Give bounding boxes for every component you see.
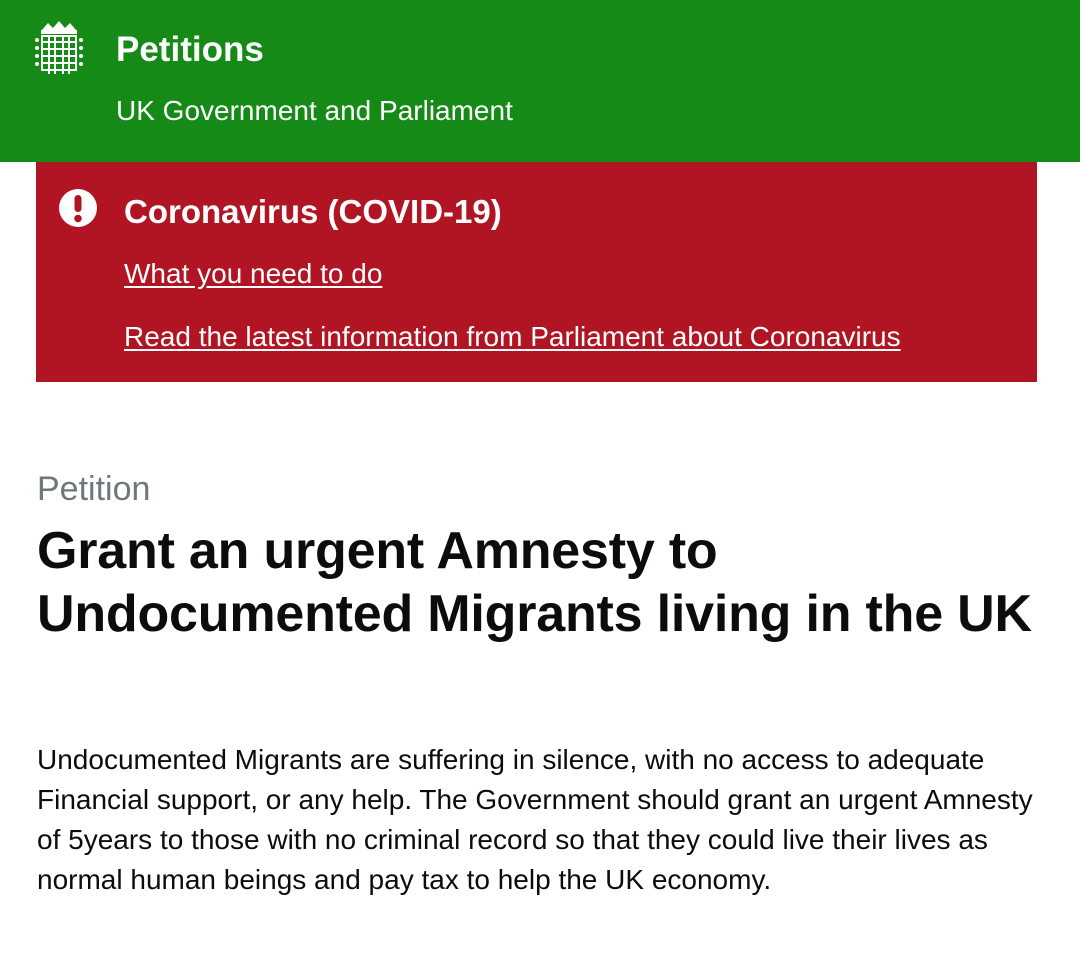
page-kicker: Petition bbox=[37, 470, 151, 508]
petition-description: Undocumented Migrants are suffering in s… bbox=[37, 744, 1033, 895]
site-header: Petitions UK Government and Parliament bbox=[0, 0, 1080, 162]
site-subtitle: UK Government and Parliament bbox=[116, 95, 513, 126]
parliament-coronavirus-info-link[interactable]: Read the latest information from Parliam… bbox=[124, 320, 901, 354]
coronavirus-alert-banner: Coronavirus (COVID-19) What you need to … bbox=[36, 162, 1037, 382]
exclamation-circle-icon bbox=[59, 189, 97, 227]
petition-title: Grant an urgent Amnesty to Undocumented … bbox=[37, 522, 1032, 643]
site-title-link[interactable]: Petitions bbox=[116, 28, 264, 72]
portcullis-icon[interactable] bbox=[34, 20, 84, 78]
what-you-need-to-do-link[interactable]: What you need to do bbox=[124, 257, 382, 291]
alert-title: Coronavirus (COVID-19) bbox=[124, 193, 502, 230]
